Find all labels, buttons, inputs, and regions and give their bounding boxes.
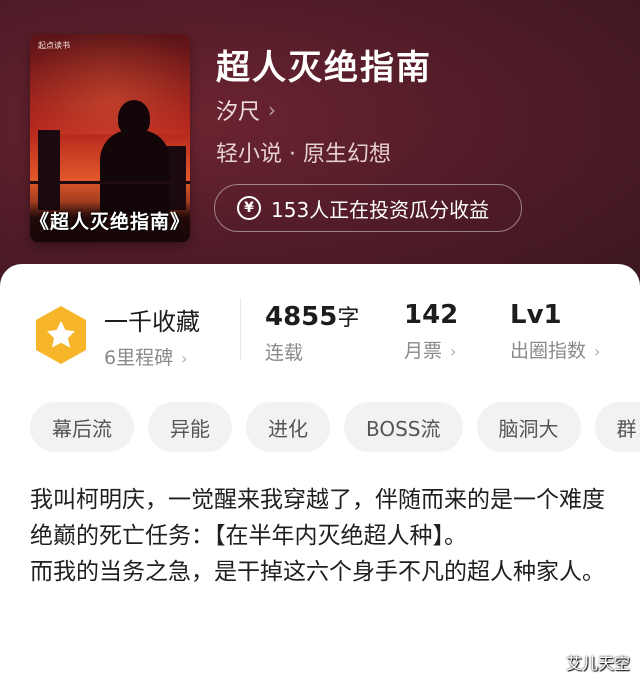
cover-title-art: 《超人灭绝指南》 <box>30 211 190 233</box>
monthly-tickets-label: 月票 <box>404 340 443 362</box>
watermark: 艾儿天空 <box>565 654 630 673</box>
synopsis-paragraph: 而我的当务之急，是干掉这六个身手不凡的超人种家人。 <box>30 559 605 585</box>
book-category: 轻小说 · 原生幻想 <box>216 142 391 167</box>
chevron-right-icon: › <box>450 342 457 361</box>
stats-divider <box>240 298 241 360</box>
monthly-tickets-stat[interactable]: 142 月票 › <box>404 300 458 363</box>
book-title: 超人灭绝指南 <box>216 48 432 88</box>
monthly-tickets-value: 142 <box>404 300 459 330</box>
cover-publisher-logo: 起点读书 <box>38 41 70 50</box>
tag-chip[interactable]: 脑洞大 <box>476 402 581 452</box>
chevron-right-icon: › <box>594 342 601 361</box>
tag-chip[interactable]: 幕后流 <box>30 402 134 452</box>
serial-status: 连载 <box>265 342 304 364</box>
breakout-index-link: 出圈指数 › <box>510 336 600 363</box>
synopsis: 我叫柯明庆，一觉醒来我穿越了，伴随而来的是一个难度绝巅的死亡任务：【在半年内灭绝… <box>30 482 615 590</box>
word-count-stat: 4855字 连载 <box>265 300 359 365</box>
tag-chip[interactable]: 群 <box>594 402 640 452</box>
book-cover[interactable]: 起点读书 《超人灭绝指南》 <box>30 34 190 242</box>
breakout-index-stat[interactable]: Lv1 出圈指数 › <box>510 300 600 363</box>
word-count-unit: 字 <box>337 306 360 331</box>
cover-railing <box>30 181 190 184</box>
invest-button[interactable]: ¥ 153人正在投资瓜分收益 <box>214 184 522 232</box>
tag-chip[interactable]: BOSS流 <box>344 402 463 452</box>
tag-chip[interactable]: 进化 <box>246 402 330 452</box>
tag-list: 幕后流 异能 进化 BOSS流 脑洞大 群 <box>30 402 640 454</box>
breakout-index-label: 出圈指数 <box>510 340 587 362</box>
yen-icon: ¥ <box>237 196 261 220</box>
chevron-right-icon: › <box>181 349 188 368</box>
chevron-right-icon: › <box>268 98 277 122</box>
word-count-value: 4855字 <box>265 300 359 332</box>
author-name: 汐尺 <box>216 100 261 125</box>
favorites-value: 一千收藏 <box>104 308 200 336</box>
book-info-card: 一千收藏 6里程碑 › 4855字 连载 142 月票 › Lv1 出圈指数 › 幕后… <box>0 264 640 686</box>
milestone-label: 6里程碑 <box>104 347 174 369</box>
cover-building <box>38 130 60 210</box>
breakout-index-value: Lv1 <box>510 300 562 330</box>
book-header: 起点读书 《超人灭绝指南》 超人灭绝指南 汐尺 › 轻小说 · 原生幻想 ¥ 1… <box>0 0 640 300</box>
author-link[interactable]: 汐尺 › <box>216 94 276 126</box>
synopsis-paragraph: 我叫柯明庆，一觉醒来我穿越了，伴随而来的是一个难度绝巅的死亡任务：【在半年内灭绝… <box>30 487 605 549</box>
favorites-stat[interactable]: 一千收藏 6里程碑 › <box>104 302 200 370</box>
tag-chip[interactable]: 异能 <box>148 402 232 452</box>
word-count-number: 4855 <box>265 302 338 332</box>
monthly-tickets-link: 月票 › <box>404 336 458 363</box>
star-badge-icon <box>36 306 86 364</box>
invest-label: 153人正在投资瓜分收益 <box>271 197 490 222</box>
milestone-link: 6里程碑 › <box>104 343 200 370</box>
